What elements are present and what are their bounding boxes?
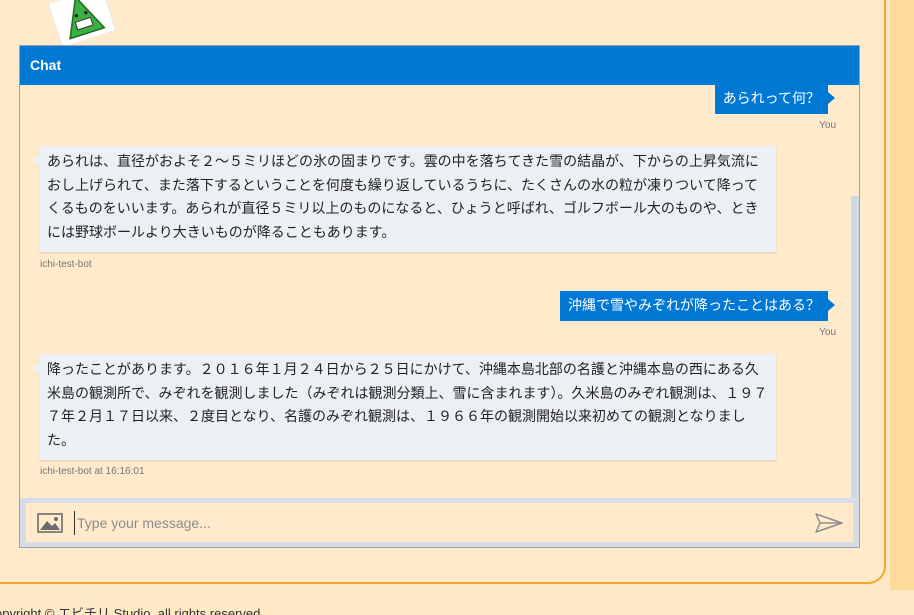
page-scrollbar[interactable] (890, 0, 914, 590)
user-message-2-meta: You (819, 327, 836, 338)
copyright-text: opyright © エビチリ Studio. all rights reser… (0, 606, 264, 615)
chat-window: Chat あられって何？ You あられは、直径がおよそ２～５ミリほどの氷の固ま… (19, 45, 860, 548)
input-container (26, 503, 853, 542)
input-bar (20, 498, 859, 547)
chat-header: Chat (20, 46, 859, 85)
bot-message-1: あられは、直径がおよそ２～５ミリほどの氷の固まりです。雲の中を落ちてきた雪の結晶… (33, 146, 776, 252)
bot-message-2-meta: ichi-test-bot at 16:16:01 (40, 466, 145, 477)
user-message-2: 沖縄で雪やみぞれが降ったことはある？ (560, 291, 835, 321)
chat-title: Chat (30, 57, 62, 73)
send-icon[interactable] (814, 511, 844, 535)
image-upload-icon[interactable] (37, 513, 63, 533)
user-message-1-meta: You (819, 120, 836, 131)
chat-scrollbar[interactable] (851, 196, 859, 498)
message-input[interactable] (74, 511, 797, 535)
user-message-1: あられって何？ (714, 85, 836, 114)
chat-transcript[interactable]: あられって何？ You あられは、直径がおよそ２～５ミリほどの氷の固まりです。雲… (20, 85, 851, 498)
bot-message-2: 降ったことがあります。２０１６年１月２４日から２５日にかけて、沖縄本島北部の名護… (33, 354, 776, 460)
bot-message-1-meta: ichi-test-bot (40, 259, 92, 270)
page: Chat あられって何？ You あられは、直径がおよそ２～５ミリほどの氷の固ま… (0, 0, 914, 615)
